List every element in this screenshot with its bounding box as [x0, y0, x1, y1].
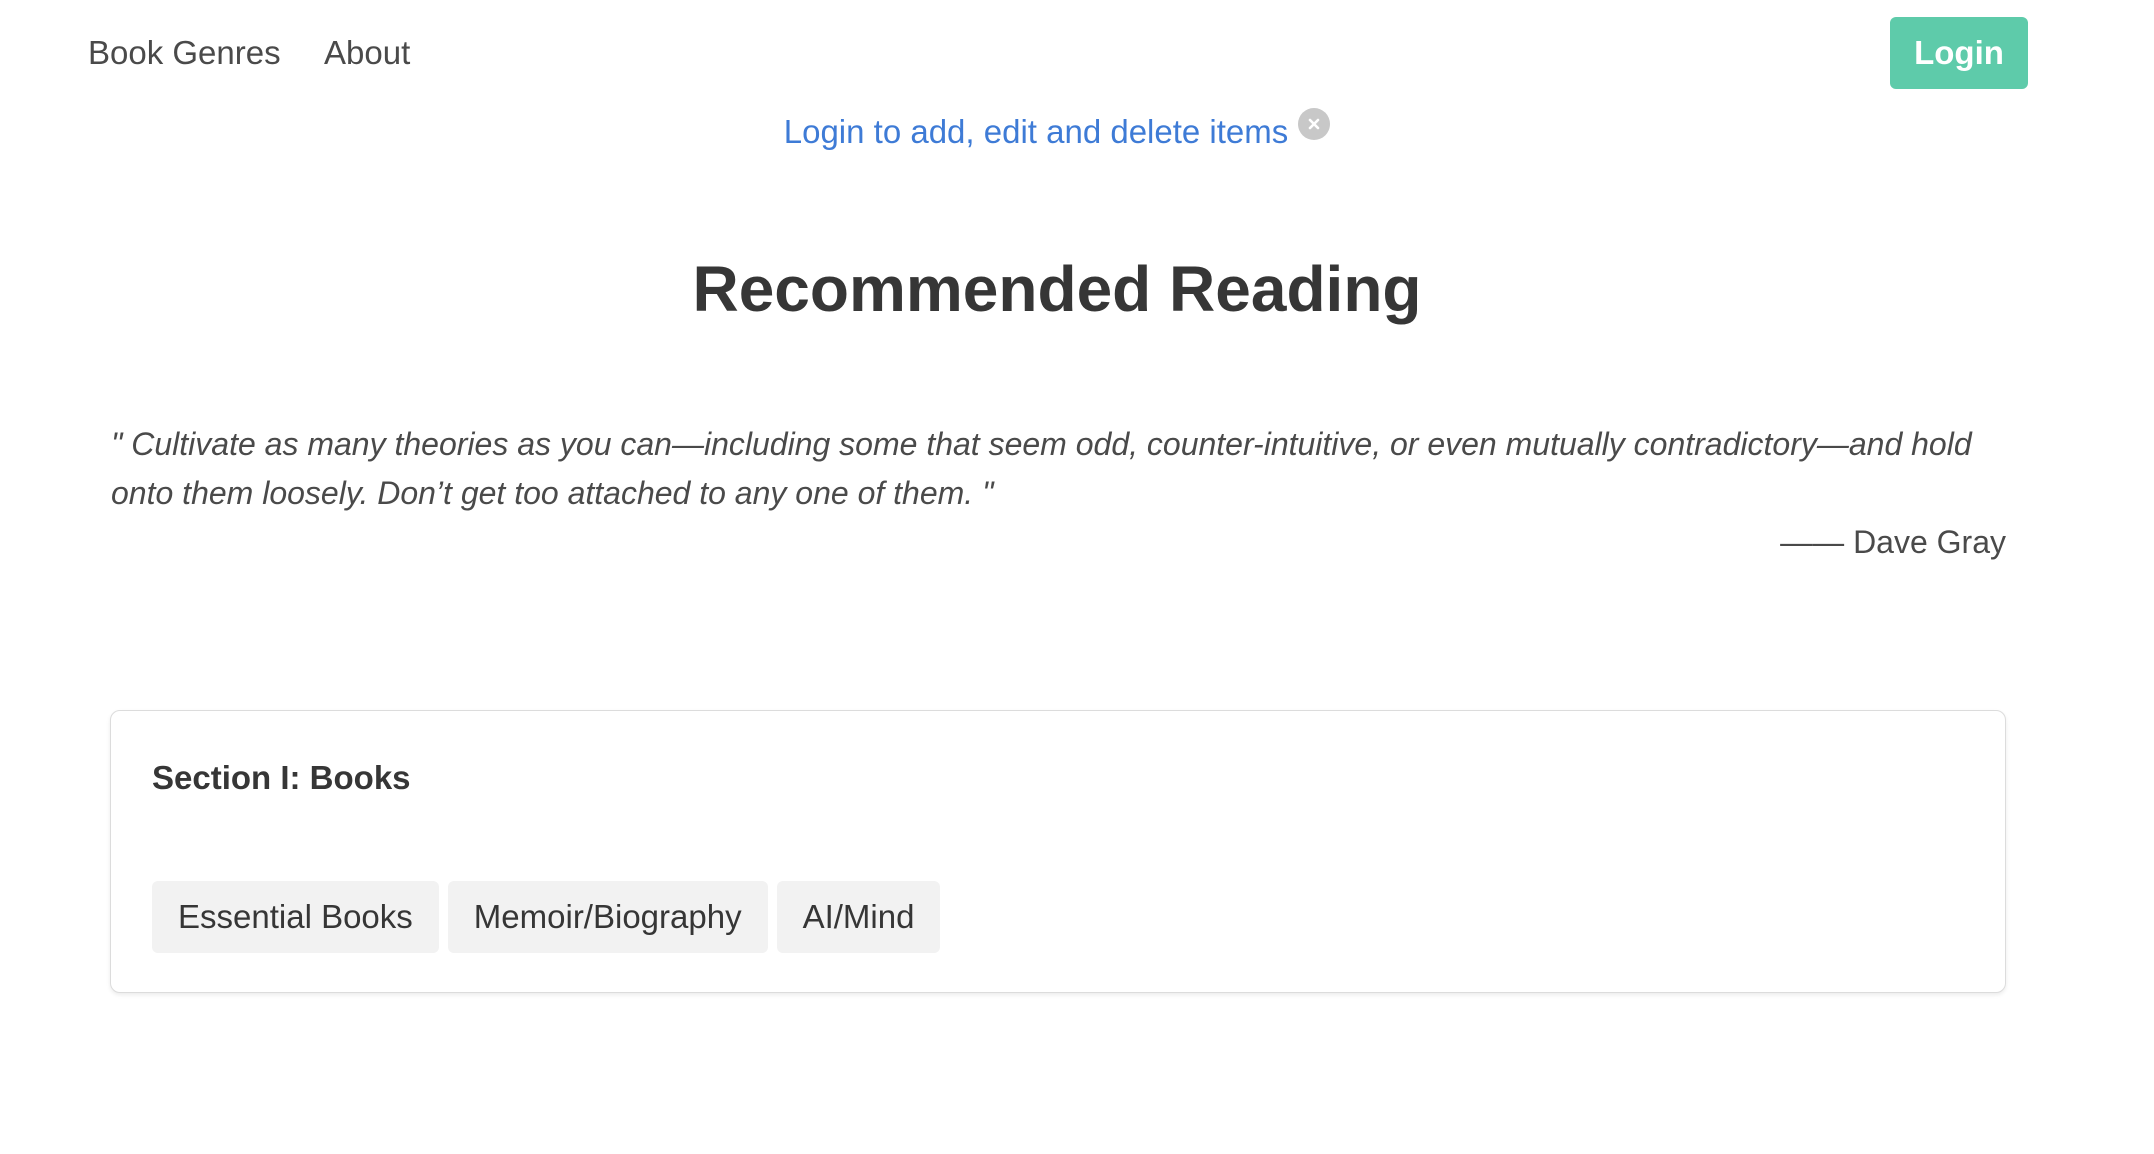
- section-card: Section I: Books Essential Books Memoir/…: [110, 710, 2006, 993]
- page-title: Recommended Reading: [692, 253, 1422, 325]
- section-title: Section I: Books: [152, 759, 411, 796]
- login-notice-content: Login to add, edit and delete items: [784, 108, 1331, 151]
- nav-about-link[interactable]: About: [324, 30, 410, 76]
- quote-text: " Cultivate as many theories as you can—…: [111, 426, 1972, 511]
- login-notice: Login to add, edit and delete items: [0, 106, 2154, 158]
- quote-author: —— Dave Gray: [1780, 524, 2006, 560]
- top-navbar: Book Genres About Login: [0, 0, 2154, 106]
- login-button[interactable]: Login: [1890, 17, 2028, 89]
- close-icon[interactable]: [1298, 108, 1331, 140]
- tag-memoir-biography[interactable]: Memoir/Biography: [447, 881, 768, 953]
- tag-ai-mind[interactable]: AI/Mind: [776, 881, 941, 953]
- page: Book Genres About Login Login to add, ed…: [0, 0, 2154, 1154]
- login-notice-link[interactable]: Login to add, edit and delete items: [784, 113, 1289, 151]
- nav-book-genres-link[interactable]: Book Genres: [88, 30, 281, 76]
- tag-essential-books[interactable]: Essential Books: [152, 881, 439, 953]
- close-x-glyph: [1308, 118, 1320, 130]
- genre-tags: Essential Books Memoir/Biography AI/Mind: [152, 881, 941, 953]
